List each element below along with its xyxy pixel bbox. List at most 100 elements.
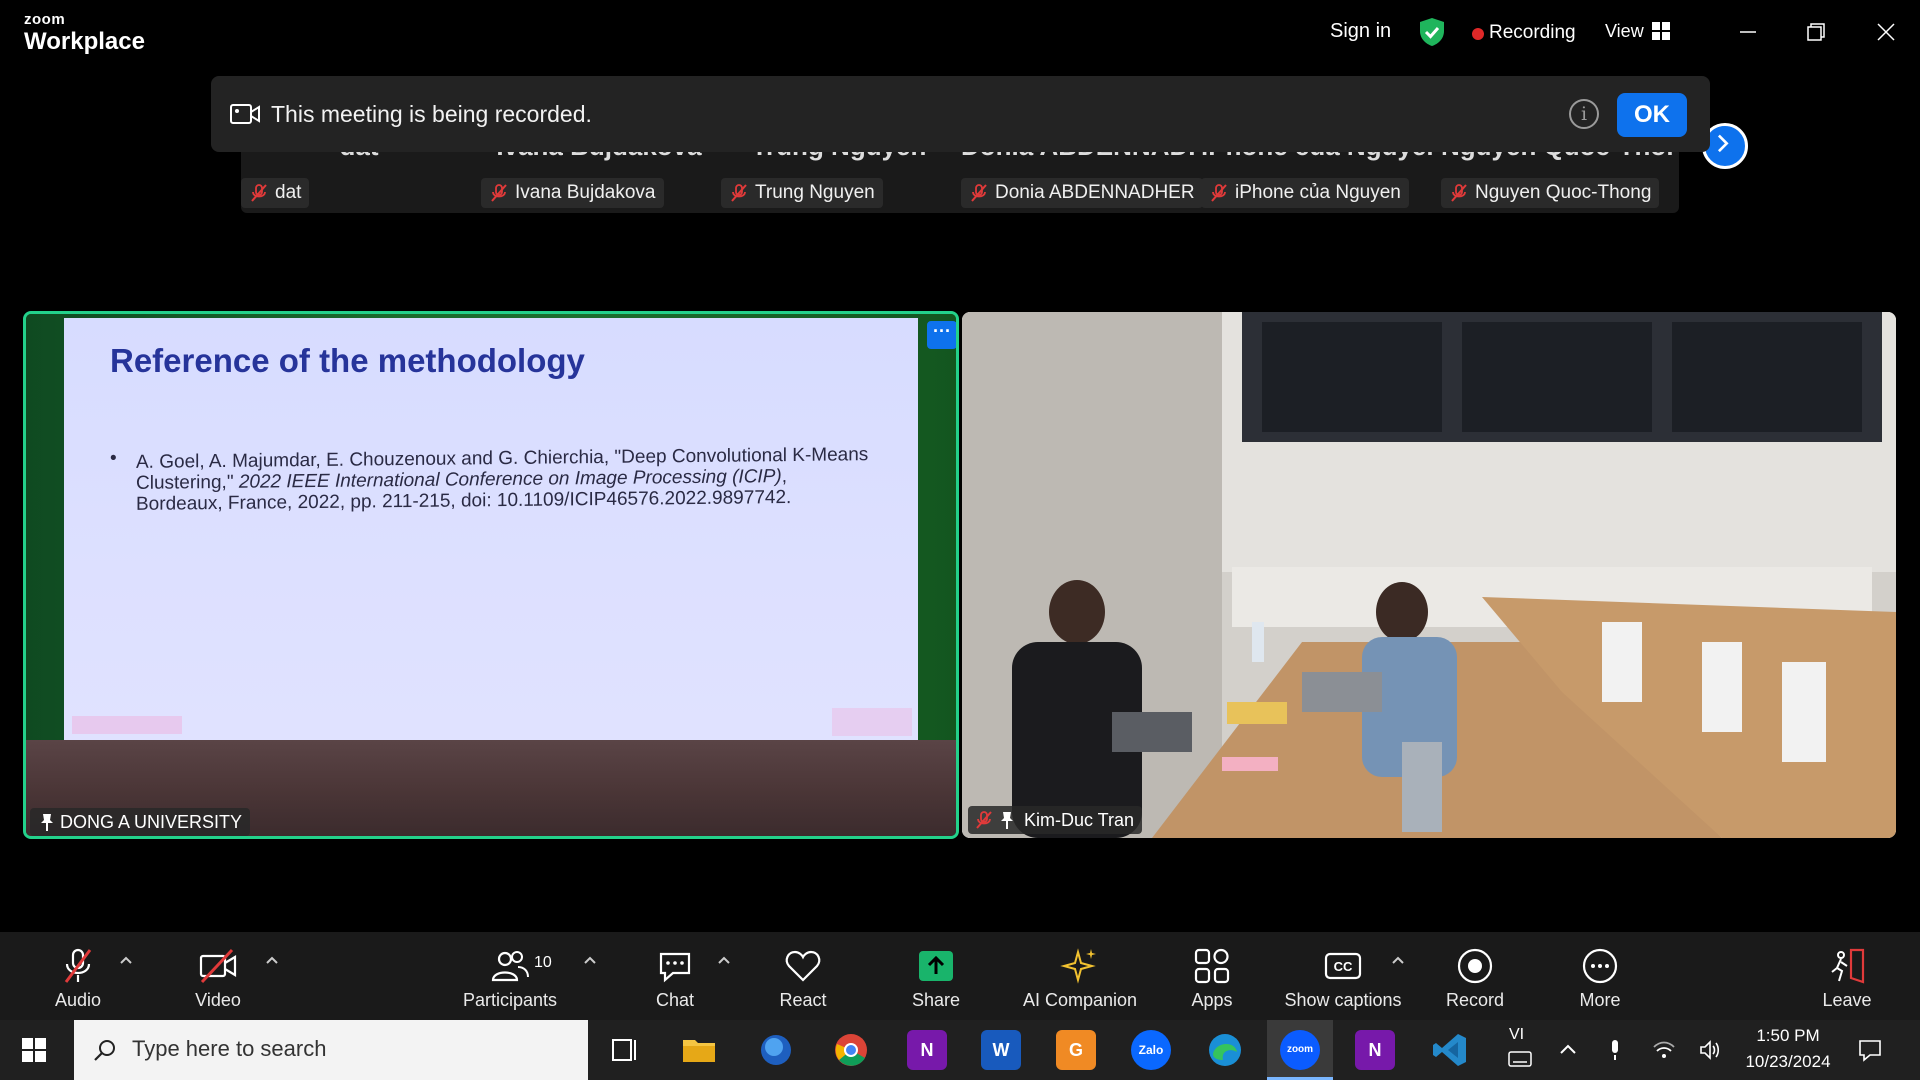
zoom-glyph: zoom bbox=[1286, 1044, 1314, 1055]
chrome-icon[interactable] bbox=[831, 1030, 871, 1070]
more-button[interactable]: More bbox=[1560, 932, 1640, 1020]
participant-tag-text: Trung Nguyen bbox=[755, 182, 875, 203]
muted-mic-icon bbox=[971, 184, 987, 202]
audio-label: Audio bbox=[54, 990, 102, 1010]
video-options-chevron-up-icon[interactable] bbox=[264, 954, 280, 966]
chevron-up-icon[interactable] bbox=[1556, 1038, 1580, 1062]
audio-options-chevron-up-icon[interactable] bbox=[118, 954, 134, 966]
apps-button[interactable]: Apps bbox=[1172, 932, 1252, 1020]
ai-companion-button[interactable]: AI Companion bbox=[1020, 932, 1140, 1020]
leave-label: Leave bbox=[1822, 990, 1872, 1010]
search-icon bbox=[94, 1040, 115, 1061]
record-icon bbox=[1457, 948, 1493, 984]
muted-mic-icon bbox=[976, 811, 992, 829]
keyboard-icon[interactable] bbox=[1508, 1050, 1532, 1068]
chat-bubble-icon bbox=[659, 952, 691, 983]
restore-icon[interactable] bbox=[1800, 16, 1832, 48]
leave-door-icon bbox=[1831, 948, 1865, 984]
participant-name-tag: Donia ABDENNADHER bbox=[961, 178, 1203, 208]
chat-options-chevron-up-icon[interactable] bbox=[716, 954, 732, 966]
speaker-icon[interactable] bbox=[1698, 1038, 1722, 1062]
record-label: Record bbox=[1445, 990, 1505, 1010]
chat-button[interactable]: Chat bbox=[635, 932, 715, 1020]
pdf-app-glyph: G bbox=[1068, 1040, 1083, 1060]
more-label: More bbox=[1579, 990, 1621, 1010]
participant-name-text: Kim-Duc Tran bbox=[1024, 810, 1135, 830]
onenote-x-icon[interactable]: N bbox=[907, 1030, 947, 1070]
file-explorer-icon[interactable] bbox=[679, 1030, 719, 1070]
brand-big-text: Workplace bbox=[24, 28, 145, 55]
show-captions-button[interactable]: CC Show captions bbox=[1278, 932, 1408, 1020]
participants-label: Participants bbox=[462, 990, 558, 1010]
blue-sphere-app-icon[interactable] bbox=[756, 1030, 796, 1070]
close-icon[interactable] bbox=[1870, 16, 1902, 48]
participant-video-tile[interactable]: Kim-Duc Tran bbox=[962, 312, 1896, 838]
participants-options-chevron-up-icon[interactable] bbox=[582, 954, 598, 966]
participant-tag-text: dat bbox=[275, 182, 302, 203]
leave-button[interactable]: Leave bbox=[1807, 932, 1887, 1020]
clock-time[interactable]: 1:50 PM bbox=[1756, 1026, 1820, 1046]
onenote-glyph: N bbox=[1368, 1040, 1382, 1060]
ok-button[interactable]: OK bbox=[1617, 93, 1687, 137]
recording-notice-banner: This meeting is being recorded. i OK bbox=[211, 76, 1710, 152]
encryption-shield-icon[interactable] bbox=[1418, 17, 1446, 47]
task-view-icon[interactable] bbox=[605, 1030, 645, 1070]
shared-content-tile[interactable]: Reference of the methodology • A. Goel, … bbox=[23, 311, 959, 839]
react-button[interactable]: React bbox=[763, 932, 843, 1020]
tile-more-options-button[interactable]: ··· bbox=[927, 321, 956, 349]
heart-icon bbox=[785, 950, 821, 982]
muted-mic-icon bbox=[731, 184, 747, 202]
zalo-icon[interactable]: Zalo bbox=[1131, 1030, 1171, 1070]
participant-name-tag: Nguyen Quoc-Thong bbox=[1441, 178, 1660, 208]
pdf-app-icon[interactable]: G bbox=[1056, 1030, 1096, 1070]
grid-view-icon[interactable] bbox=[1652, 22, 1670, 40]
video-button[interactable]: Video bbox=[178, 932, 258, 1020]
record-button[interactable]: Record bbox=[1435, 932, 1515, 1020]
input-language-indicator[interactable]: VI bbox=[1509, 1026, 1524, 1044]
recording-indicator[interactable]: Recording bbox=[1489, 22, 1576, 44]
microphone-icon[interactable] bbox=[1603, 1038, 1627, 1062]
ai-companion-label: AI Companion bbox=[1022, 990, 1138, 1010]
word-icon[interactable]: W bbox=[981, 1030, 1021, 1070]
participant-tag-text: Ivana Bujdakova bbox=[515, 182, 656, 203]
recording-notice-text: This meeting is being recorded. bbox=[271, 101, 592, 127]
share-label: Share bbox=[911, 990, 961, 1010]
share-screen-icon bbox=[919, 951, 953, 981]
recording-dot-icon bbox=[1472, 28, 1484, 40]
windows-start-icon[interactable] bbox=[22, 1038, 46, 1062]
participant-name-tag: dat bbox=[241, 178, 310, 208]
notifications-icon[interactable] bbox=[1858, 1038, 1882, 1062]
slide-corner-mark bbox=[832, 708, 912, 736]
sign-in-link[interactable]: Sign in bbox=[1330, 20, 1391, 43]
apps-label: Apps bbox=[1191, 990, 1233, 1010]
onenote-icon[interactable]: N bbox=[1355, 1030, 1395, 1070]
muted-mic-icon bbox=[491, 184, 507, 202]
view-menu-button[interactable]: View bbox=[1605, 21, 1644, 42]
brand-small-text: zoom bbox=[24, 11, 66, 28]
taskbar-search-box[interactable]: Type here to search bbox=[74, 1020, 588, 1080]
participants-button[interactable]: 10 Participants bbox=[450, 932, 570, 1020]
participant-tag-text: iPhone của Nguyen bbox=[1235, 182, 1401, 203]
wifi-icon[interactable] bbox=[1652, 1038, 1676, 1062]
pin-icon bbox=[41, 814, 53, 831]
svg-text:CC: CC bbox=[1334, 959, 1353, 974]
audio-button[interactable]: Audio bbox=[38, 932, 118, 1020]
room-camera-feed bbox=[962, 312, 1896, 838]
share-button[interactable]: Share bbox=[896, 932, 976, 1020]
captions-options-chevron-up-icon[interactable] bbox=[1390, 954, 1406, 966]
more-options-icon bbox=[1582, 948, 1618, 984]
sparkle-icon bbox=[1060, 948, 1096, 984]
vscode-icon[interactable] bbox=[1430, 1030, 1470, 1070]
chat-label: Chat bbox=[655, 990, 695, 1010]
search-placeholder: Type here to search bbox=[132, 1036, 327, 1061]
info-icon[interactable]: i bbox=[1569, 99, 1599, 129]
clock-date[interactable]: 10/23/2024 bbox=[1736, 1052, 1840, 1072]
minimize-icon[interactable] bbox=[1732, 16, 1764, 48]
meeting-toolbar: Audio Video 10 Participants Chat React S… bbox=[0, 932, 1920, 1020]
muted-mic-icon bbox=[1211, 184, 1227, 202]
zoom-taskbar-button-active[interactable]: zoom bbox=[1267, 1020, 1333, 1080]
muted-mic-icon bbox=[64, 948, 92, 983]
edge-icon[interactable] bbox=[1205, 1030, 1245, 1070]
video-label: Video bbox=[195, 990, 241, 1010]
participants-count: 10 bbox=[534, 954, 552, 971]
